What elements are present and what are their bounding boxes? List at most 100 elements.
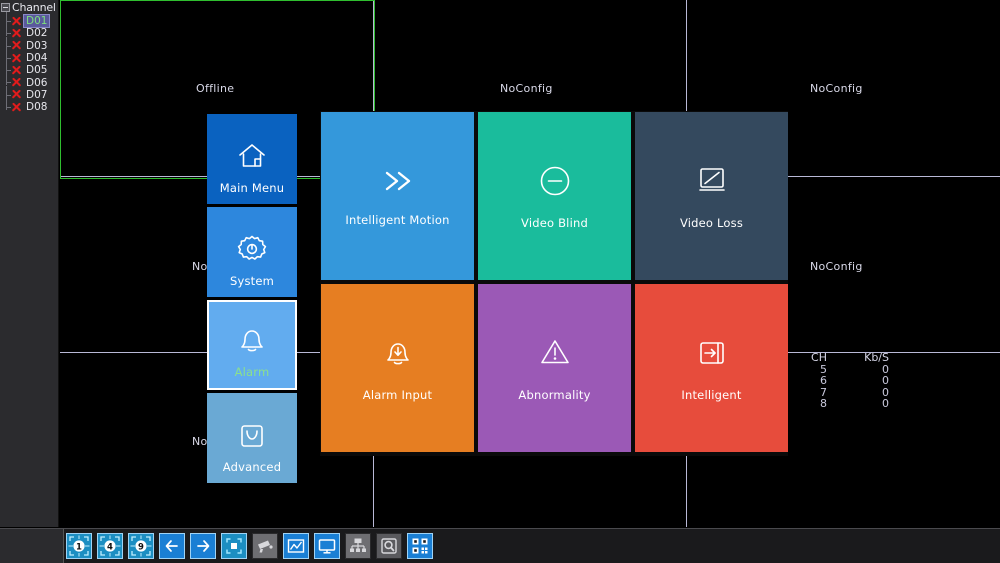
channel-item-label: D01 xyxy=(22,14,51,29)
view-1-icon: 1 xyxy=(68,535,90,557)
tile-abnormality[interactable]: Abnormality xyxy=(478,284,631,452)
tile-label: Video Blind xyxy=(521,216,588,230)
channel-sidebar: Channel D01 D02 D03 D04 D05 D06 D07 D08 xyxy=(0,0,59,527)
taskbar-button-view-9[interactable]: 9 xyxy=(128,533,154,559)
taskbar-button-prev-page[interactable] xyxy=(159,533,185,559)
bitrate-value: 0 xyxy=(882,374,889,388)
taskbar-button-network-info xyxy=(345,533,371,559)
menu-button-label: Main Menu xyxy=(219,181,285,195)
channel-list: D01 D02 D03 D04 D05 D06 D07 D08 xyxy=(0,11,58,114)
bitrate-header-row: CH Kb/S xyxy=(793,352,913,364)
tile-video-loss[interactable]: Video Loss xyxy=(635,112,788,280)
toolbox-icon xyxy=(235,418,269,452)
taskbar-button-next-page[interactable] xyxy=(190,533,216,559)
bitrate-row: 80 xyxy=(793,398,913,410)
arrow-left-icon xyxy=(163,537,181,555)
taskbar-left-filler xyxy=(0,529,64,563)
taskbar-button-ptz-camera xyxy=(252,533,278,559)
function-menu: Main Menu System Alarm Advanced xyxy=(207,114,297,486)
menu-button-label: Advanced xyxy=(222,460,282,474)
qr-code-icon xyxy=(410,536,430,556)
bitrate-value: 0 xyxy=(882,397,889,411)
bell-icon xyxy=(235,323,269,357)
taskbar-button-full-screen[interactable] xyxy=(221,533,247,559)
minus-box-icon[interactable] xyxy=(1,3,10,12)
bitrate-channel: 8 xyxy=(820,397,827,411)
menu-button-alarm[interactable]: Alarm xyxy=(207,300,297,390)
red-x-icon xyxy=(11,77,22,88)
bitrate-col-kbs: Kb/S xyxy=(864,351,889,364)
taskbar-button-view-4[interactable]: 4 xyxy=(97,533,123,559)
channel-item-label: D08 xyxy=(26,101,48,114)
channel-item-d01[interactable]: D01 xyxy=(0,11,58,29)
channel-item-label: D05 xyxy=(26,64,48,77)
taskbar-button-strip: 1 4 9 xyxy=(66,533,433,559)
bitrate-row: 70 xyxy=(793,387,913,399)
channel-item-label: D03 xyxy=(26,39,48,52)
arrow-right-icon xyxy=(194,537,212,555)
channel-item-label: D06 xyxy=(26,76,48,89)
red-x-icon xyxy=(11,102,22,113)
taskbar-button-color-setting[interactable] xyxy=(283,533,309,559)
channel-item-d07[interactable]: D07 xyxy=(0,85,58,101)
monitor-icon xyxy=(317,536,337,556)
red-x-icon xyxy=(11,89,22,100)
menu-button-label: System xyxy=(229,274,275,288)
channel-item-d06[interactable]: D06 xyxy=(0,73,58,89)
channel-item-d05[interactable]: D05 xyxy=(0,61,58,77)
red-x-icon xyxy=(11,28,22,39)
taskbar-button-qr-code[interactable] xyxy=(407,533,433,559)
box-right-arrow-icon xyxy=(693,334,731,372)
taskbar-button-hdd-search xyxy=(376,533,402,559)
tile-label: Intelligent xyxy=(681,388,742,402)
channel-sidebar-header[interactable]: Channel xyxy=(0,0,58,15)
pane-status-label: NoConfig xyxy=(500,82,553,95)
bitrate-row: 50 xyxy=(793,362,913,376)
tile-label: Video Loss xyxy=(679,216,744,230)
svg-text:1: 1 xyxy=(76,542,82,552)
gear-icon xyxy=(235,232,269,266)
channel-item-d08[interactable]: D08 xyxy=(0,98,58,114)
menu-button-main-menu[interactable]: Main Menu xyxy=(207,114,297,204)
menu-button-system[interactable]: System xyxy=(207,207,297,297)
circle-minus-icon xyxy=(536,162,574,200)
hdd-search-icon xyxy=(379,536,399,556)
menu-button-label: Alarm xyxy=(234,365,270,379)
tile-video-blind[interactable]: Video Blind xyxy=(478,112,631,280)
tile-intelligent[interactable]: Intelligent xyxy=(635,284,788,452)
red-x-icon xyxy=(11,65,22,76)
alarm-function-tiles: Intelligent Motion Video Blind Video Loss A… xyxy=(320,111,788,456)
monitor-slash-icon xyxy=(693,162,731,200)
bitrate-stats-table: CH Kb/S 50607080 xyxy=(793,352,913,410)
view-4-icon: 4 xyxy=(99,535,121,557)
chart-image-icon xyxy=(286,536,306,556)
fullscreen-icon xyxy=(224,536,244,556)
channel-item-d03[interactable]: D03 xyxy=(0,36,58,52)
channel-item-d04[interactable]: D04 xyxy=(0,48,58,65)
taskbar-button-output-adjust[interactable] xyxy=(314,533,340,559)
red-x-icon xyxy=(11,16,22,27)
home-icon xyxy=(235,139,269,173)
tile-intelligent-motion[interactable]: Intelligent Motion xyxy=(321,112,474,280)
double-chevron-right-icon xyxy=(377,165,419,197)
pane-status-label: NoConfig xyxy=(810,82,863,95)
bitrate-value: 0 xyxy=(882,362,889,376)
channel-item-d02[interactable]: D02 xyxy=(0,24,58,40)
svg-text:9: 9 xyxy=(138,542,144,552)
svg-text:4: 4 xyxy=(107,542,113,552)
dvr-live-view-screen: Channel D01 D02 D03 D04 D05 D06 D07 D08 Offline… xyxy=(0,0,1000,563)
channel-item-label: D07 xyxy=(26,88,48,101)
bitrate-value: 0 xyxy=(882,385,889,399)
channel-item-label: D04 xyxy=(26,52,48,65)
channel-item-label: D02 xyxy=(26,27,48,40)
taskbar-button-view-1[interactable]: 1 xyxy=(66,533,92,559)
network-tree-icon xyxy=(348,536,368,556)
bottom-taskbar: 1 4 9 xyxy=(0,528,1000,563)
tile-label: Abnormality xyxy=(518,388,591,402)
red-x-icon xyxy=(11,40,22,51)
tile-label: Intelligent Motion xyxy=(345,213,450,227)
bitrate-col-ch: CH xyxy=(811,351,827,364)
pane-status-label: Offline xyxy=(196,82,235,95)
menu-button-advanced[interactable]: Advanced xyxy=(207,393,297,483)
tile-alarm-input[interactable]: Alarm Input xyxy=(321,284,474,452)
